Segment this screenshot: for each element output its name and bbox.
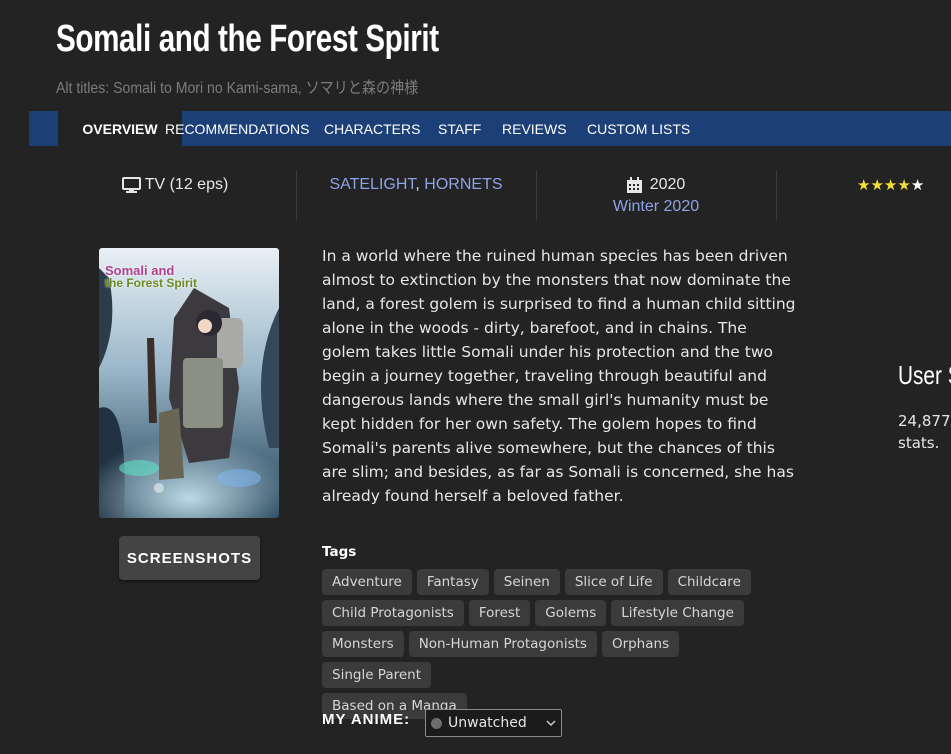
tab-recommendations[interactable]: RECOMMENDATIONS — [165, 111, 309, 146]
tags-heading: Tags — [322, 544, 357, 560]
tag[interactable]: Single Parent — [322, 662, 432, 688]
user-stats-suffix: stats. — [898, 434, 940, 452]
tag[interactable]: Seinen — [493, 569, 560, 595]
watch-status-select[interactable]: Unwatched — [425, 709, 562, 737]
format-info: TV (12 eps) — [100, 170, 250, 220]
tag-list: Adventure Fantasy Seinen Slice of Life Child… — [322, 569, 792, 724]
tab-bar: OVERVIEW RECOMMENDATIONS CHARACTERS STAF… — [29, 111, 951, 146]
tag[interactable]: Orphans — [601, 631, 680, 657]
tag[interactable]: Childcare — [667, 569, 751, 595]
screenshots-button[interactable]: SCREENSHOTS — [119, 536, 260, 580]
tag[interactable]: Fantasy — [416, 569, 489, 595]
year-label: 2020 — [649, 176, 686, 193]
star-icon: ★ — [910, 176, 925, 194]
info-divider — [776, 170, 777, 220]
tag[interactable]: Monsters — [322, 631, 404, 657]
tab-characters[interactable]: CHARACTERS — [324, 111, 420, 146]
page-title: Somali and the Forest Spirit — [56, 18, 439, 60]
star-icon: ★ — [883, 176, 898, 194]
tag[interactable]: Child Protagonists — [322, 600, 464, 626]
alt-titles: Alt titles: Somali to Mori no Kami-sama,… — [56, 80, 419, 97]
calendar-icon — [626, 177, 642, 193]
tab-reviews[interactable]: REVIEWS — [502, 111, 567, 146]
user-stats-heading: User S — [898, 360, 951, 390]
monitor-icon — [121, 177, 141, 193]
format-label: TV (12 eps) — [144, 176, 229, 193]
tab-staff[interactable]: STAFF — [438, 111, 481, 146]
tag[interactable]: Forest — [468, 600, 531, 626]
studio-link-hornets[interactable]: HORNETS — [424, 176, 502, 193]
studio-link-satelight[interactable]: SATELIGHT — [329, 176, 415, 193]
tag[interactable]: Non-Human Protagonists — [408, 631, 597, 657]
user-stats-text: 24,877 stats. — [898, 410, 951, 454]
info-divider — [536, 170, 537, 220]
user-stats-count: 24,877 — [898, 412, 951, 430]
season-link[interactable]: Winter 2020 — [540, 198, 772, 216]
synopsis: In a world where the ruined human specie… — [322, 247, 796, 505]
watch-status-value: Unwatched — [448, 715, 527, 731]
cover-logo: Somali and the Forest Spirit — [105, 264, 197, 290]
tab-overview[interactable]: OVERVIEW — [58, 111, 182, 146]
cover-logo-line: the Forest Spirit — [105, 276, 198, 290]
my-anime-label: MY ANIME: — [322, 711, 411, 728]
tab-custom-lists[interactable]: CUSTOM LISTS — [587, 111, 690, 146]
info-divider — [296, 170, 297, 220]
cover-image: Somali and the Forest Spirit — [99, 248, 279, 518]
studios-info: SATELIGHT, HORNETS — [300, 170, 532, 220]
tag[interactable]: Slice of Life — [564, 569, 663, 595]
rating-stars: ★★★★★ — [857, 176, 924, 194]
tag[interactable]: Lifestyle Change — [611, 600, 744, 626]
studio-separator: , — [415, 176, 425, 193]
star-icon: ★ — [870, 176, 884, 194]
tag[interactable]: Adventure — [322, 569, 412, 595]
status-dot-icon — [431, 718, 442, 729]
star-icon: ★ — [897, 176, 911, 194]
star-icon: ★ — [857, 176, 871, 194]
tag[interactable]: Golems — [535, 600, 607, 626]
date-info: 2020 Winter 2020 — [540, 170, 772, 220]
chevron-down-icon — [545, 710, 557, 745]
